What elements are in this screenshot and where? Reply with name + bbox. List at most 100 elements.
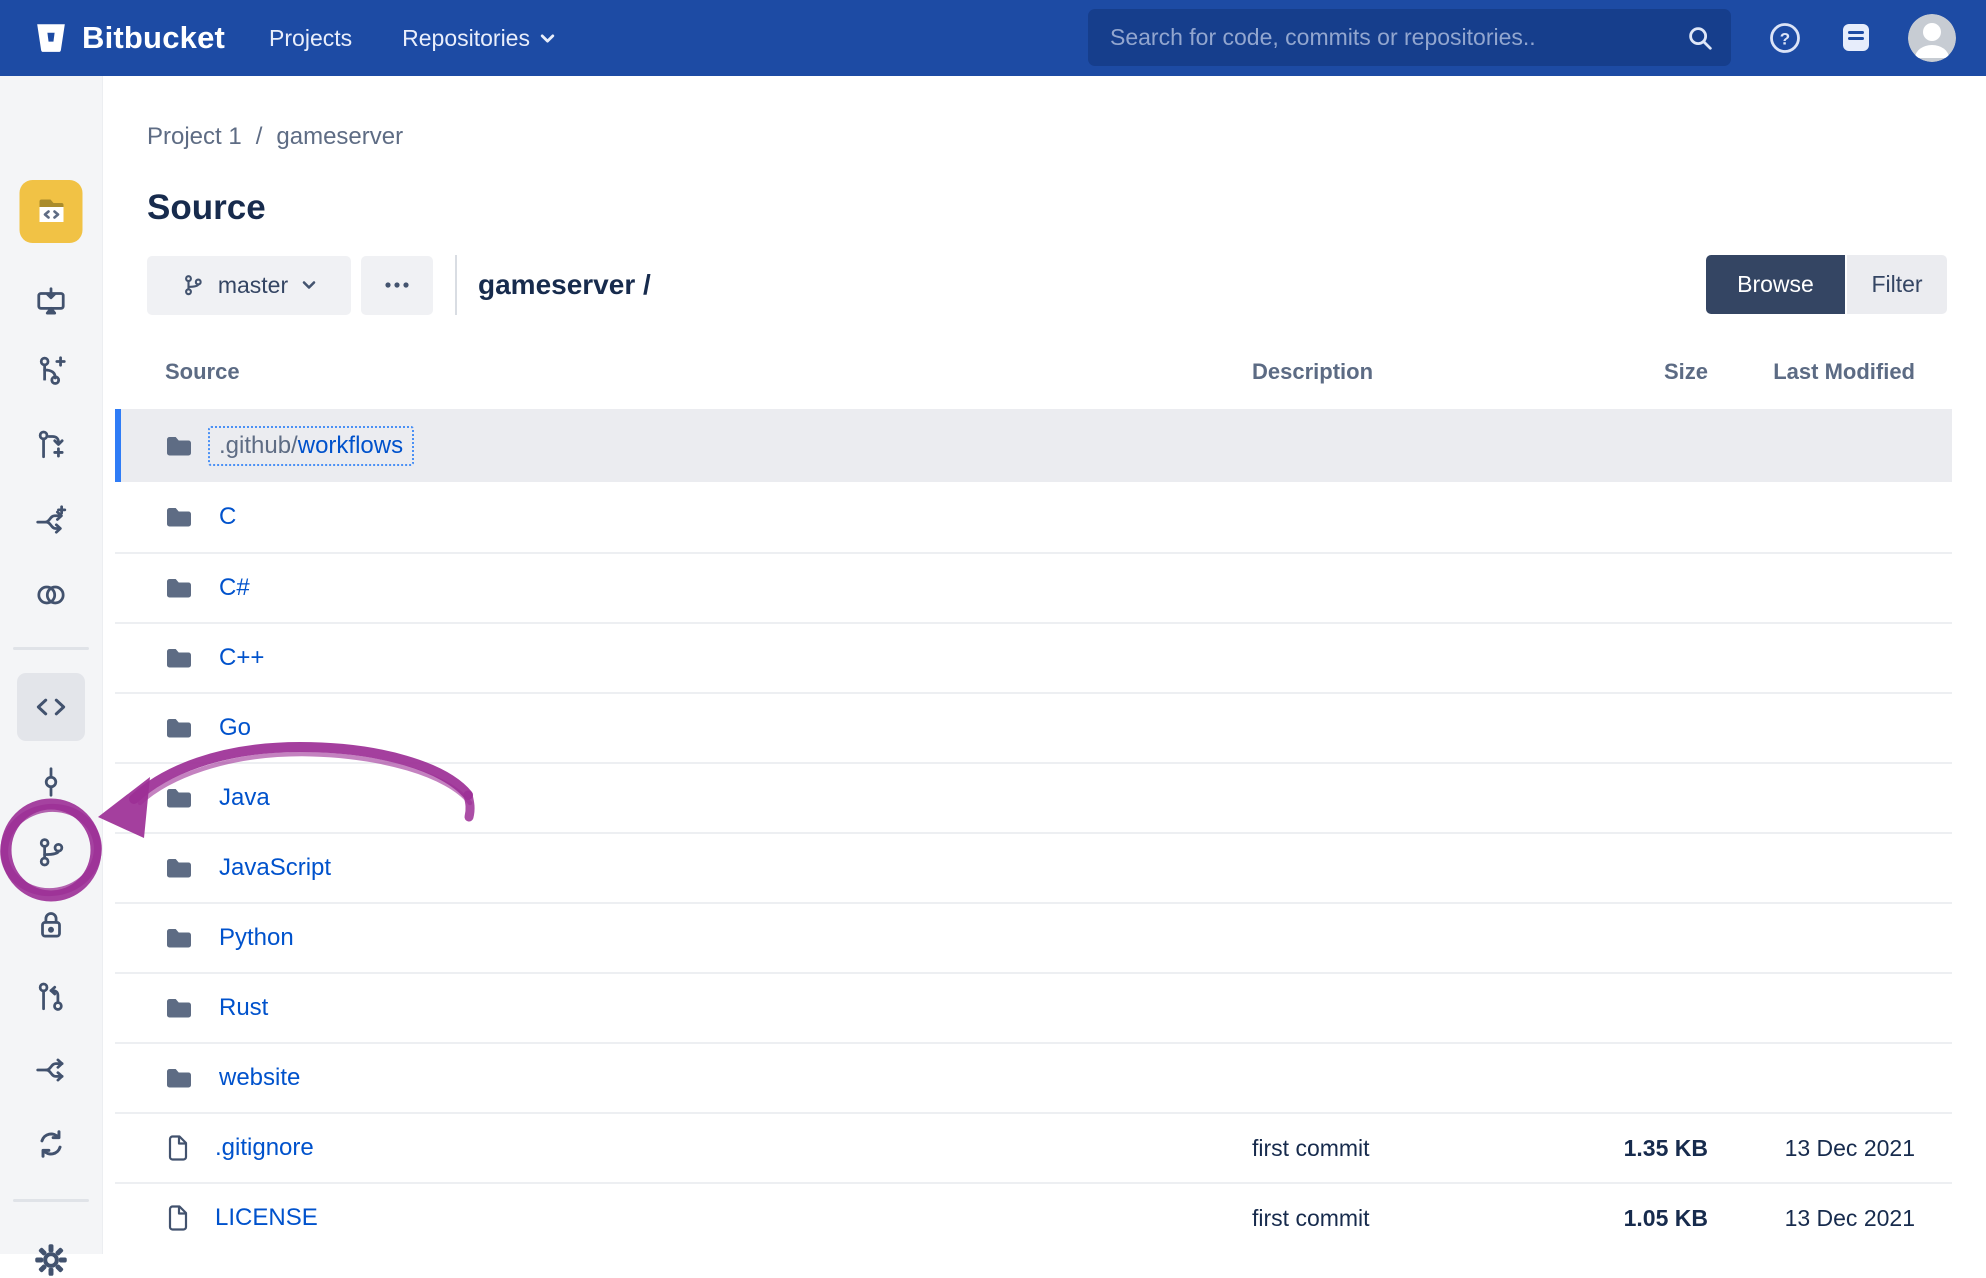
folder-link[interactable]: Java	[219, 784, 270, 812]
brand-title: Bitbucket	[82, 20, 225, 56]
active-item-highlight	[17, 673, 85, 741]
folder-icon	[165, 646, 193, 670]
chevron-down-icon	[539, 30, 556, 47]
folder-icon	[165, 505, 193, 529]
left-sidebar	[0, 76, 103, 1254]
folder-link[interactable]: Python	[219, 924, 294, 952]
table-row[interactable]: Python	[115, 902, 1952, 972]
primary-nav: Projects Repositories	[269, 25, 556, 52]
table-row[interactable]: Java	[115, 762, 1952, 832]
create-pull-request-icon[interactable]	[34, 428, 68, 462]
source-toolbar: master gameserver / Browse Filter	[147, 255, 1986, 315]
repository-avatar	[20, 180, 83, 243]
forks-icon[interactable]	[34, 1053, 68, 1087]
path-prefix: .github/	[219, 432, 298, 460]
breadcrumb-repo[interactable]: gameserver	[276, 123, 403, 151]
table-row[interactable]: Rust	[115, 972, 1952, 1042]
table-row[interactable]: .gitignore first commit 1.35 KB 13 Dec 2…	[115, 1112, 1952, 1182]
feedback-icon[interactable]	[1838, 20, 1874, 56]
nav-repositories-label: Repositories	[402, 25, 530, 52]
header-source: Source	[115, 359, 1252, 385]
folder-icon	[165, 856, 193, 880]
sidebar-divider	[13, 1199, 89, 1202]
toolbar-right-group: Browse Filter	[1706, 255, 1947, 314]
filter-button[interactable]: Filter	[1847, 255, 1947, 314]
file-link: workflows	[298, 432, 403, 460]
chevron-down-icon	[301, 277, 317, 293]
folder-link[interactable]: C#	[219, 574, 250, 602]
bitbucket-logo[interactable]: Bitbucket	[34, 20, 225, 56]
search-icon[interactable]	[1685, 23, 1715, 53]
svg-text:?: ?	[1780, 30, 1790, 49]
branch-icon	[181, 273, 205, 297]
table-row[interactable]: JavaScript	[115, 832, 1952, 902]
header-last-modified: Last Modified	[1708, 359, 1915, 385]
file-link[interactable]: .gitignore	[215, 1134, 314, 1162]
folder-link[interactable]: Go	[219, 714, 251, 742]
more-actions-button[interactable]	[361, 256, 433, 315]
nav-projects-label: Projects	[269, 25, 352, 52]
focused-file-link[interactable]: .github/workflows	[208, 426, 414, 466]
global-search	[1088, 9, 1731, 66]
branch-selector[interactable]: master	[147, 256, 351, 315]
breadcrumb-project[interactable]: Project 1	[147, 123, 242, 151]
header-description: Description	[1252, 359, 1542, 385]
folder-icon	[165, 786, 193, 810]
help-icon[interactable]: ?	[1767, 20, 1803, 56]
folder-link[interactable]: JavaScript	[219, 854, 331, 882]
file-modified: 13 Dec 2021	[1708, 1205, 1915, 1232]
bitbucket-bucket-icon	[34, 21, 68, 55]
lock-icon[interactable]	[34, 908, 68, 942]
sidebar-divider	[13, 647, 89, 650]
folder-icon	[165, 576, 193, 600]
table-row[interactable]: LICENSE first commit 1.05 KB 13 Dec 2021	[115, 1182, 1952, 1252]
branches-icon[interactable]	[34, 835, 68, 869]
folder-link[interactable]: Rust	[219, 994, 268, 1022]
file-size: 1.35 KB	[1542, 1135, 1708, 1162]
sync-icon[interactable]	[34, 1127, 68, 1161]
table-row[interactable]: C	[115, 482, 1952, 552]
table-row[interactable]: C#	[115, 552, 1952, 622]
folder-icon	[165, 716, 193, 740]
file-description: first commit	[1252, 1205, 1542, 1232]
main-content: Project 1 / gameserver Source master gam…	[103, 76, 1986, 1254]
nav-repositories[interactable]: Repositories	[402, 25, 556, 52]
table-row[interactable]: C++	[115, 622, 1952, 692]
compare-icon[interactable]	[33, 578, 69, 612]
search-input[interactable]	[1110, 24, 1685, 51]
file-table: Source Description Size Last Modified .g…	[115, 335, 1952, 1252]
nav-projects[interactable]: Projects	[269, 25, 352, 52]
breadcrumb: Project 1 / gameserver	[147, 122, 1986, 152]
file-icon	[165, 1134, 189, 1162]
create-pipeline-icon[interactable]	[34, 503, 68, 537]
clone-icon[interactable]	[34, 285, 68, 319]
header-size: Size	[1542, 359, 1708, 385]
folder-icon	[165, 434, 193, 458]
create-branch-icon[interactable]	[34, 353, 68, 387]
source-code-icon[interactable]	[17, 673, 85, 741]
file-size: 1.05 KB	[1542, 1205, 1708, 1232]
table-row[interactable]: website	[115, 1042, 1952, 1112]
page-title: Source	[147, 186, 1986, 230]
current-path: gameserver /	[478, 269, 651, 301]
pull-requests-icon[interactable]	[34, 980, 68, 1014]
table-row[interactable]: Go	[115, 692, 1952, 762]
avatar[interactable]	[1908, 14, 1956, 62]
folder-link[interactable]: C	[219, 503, 236, 531]
folder-icon	[165, 996, 193, 1020]
commits-icon[interactable]	[34, 765, 68, 799]
folder-link[interactable]: website	[219, 1064, 300, 1092]
browse-button[interactable]: Browse	[1706, 255, 1845, 314]
file-link[interactable]: LICENSE	[215, 1204, 318, 1232]
file-modified: 13 Dec 2021	[1708, 1135, 1915, 1162]
repository-logo-icon[interactable]	[20, 180, 83, 243]
toolbar-divider	[455, 255, 457, 315]
file-icon	[165, 1204, 189, 1232]
settings-gear-icon[interactable]	[33, 1242, 69, 1278]
file-description: first commit	[1252, 1135, 1542, 1162]
folder-icon	[165, 926, 193, 950]
branch-name: master	[218, 272, 288, 299]
table-row[interactable]: .github/workflows	[115, 409, 1952, 482]
folder-link[interactable]: C++	[219, 644, 264, 672]
folder-icon	[165, 1066, 193, 1090]
